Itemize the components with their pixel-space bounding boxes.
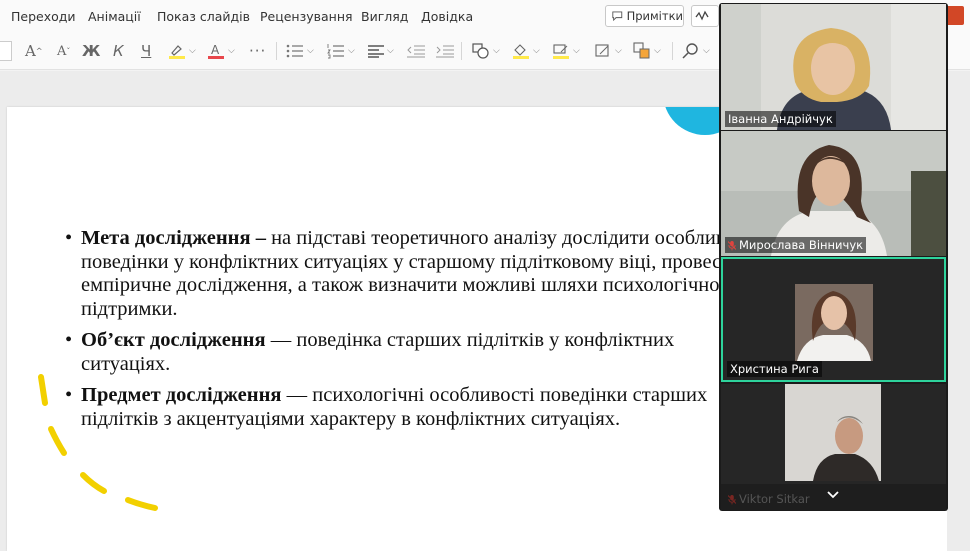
mic-muted-icon	[728, 240, 736, 250]
search-icon	[682, 43, 698, 59]
participant-name-tag: Іванна Андрійчук	[725, 111, 836, 127]
slide[interactable]: • Мета дослідження – на підставі теорети…	[7, 107, 747, 551]
shape-effects-button[interactable]: ⌵	[594, 41, 622, 61]
comment-icon	[612, 11, 623, 22]
svg-text:A: A	[211, 43, 220, 57]
decrease-indent-button[interactable]	[407, 41, 425, 61]
grow-font-button[interactable]: A ^	[25, 41, 43, 61]
decorative-dashed-curve	[38, 374, 158, 511]
more-font-button[interactable]: ···	[249, 41, 266, 61]
pen-outline-icon	[553, 44, 569, 59]
numbered-list-icon	[327, 44, 344, 59]
tab-review[interactable]: Рецензування	[260, 9, 353, 24]
arrange-icon	[633, 42, 650, 59]
participant-name: Христина Рига	[730, 362, 819, 376]
shapes-button[interactable]: ⌵	[472, 41, 500, 61]
slide-edge	[747, 511, 947, 551]
bullets-button[interactable]: ⌵	[286, 41, 314, 61]
notes-label: Примітки	[626, 9, 683, 23]
expand-chevron-down-icon[interactable]	[827, 491, 839, 499]
font-color-button[interactable]: A ⌵	[207, 41, 235, 61]
indent-icon	[436, 45, 454, 58]
grow-font-icon: A	[25, 42, 36, 60]
tab-slideshow[interactable]: Показ слайдів	[157, 9, 250, 24]
align-left-icon	[368, 45, 384, 58]
tab-transitions[interactable]: Переходи	[11, 9, 76, 24]
shrink-font-button[interactable]: Aˇ	[57, 41, 70, 61]
tab-animations[interactable]: Анімації	[88, 9, 141, 24]
highlighter-icon	[169, 45, 185, 59]
participant-name: Viktor Sitkar	[739, 492, 810, 506]
presenter-coach-button[interactable]	[691, 5, 719, 27]
font-size-box[interactable]	[0, 41, 12, 61]
underline-button[interactable]: Ч	[141, 41, 151, 61]
arrange-button[interactable]: ⌵	[633, 41, 661, 61]
font-color-icon: A	[208, 43, 224, 59]
outdent-icon	[407, 45, 425, 58]
shapes-icon	[472, 43, 489, 59]
shape-effects-icon	[595, 44, 609, 57]
bullet-list-icon	[286, 44, 303, 58]
participant-tile[interactable]: Іванна Андрійчук	[721, 4, 946, 130]
align-button[interactable]: ⌵	[368, 41, 394, 61]
share-button[interactable]	[946, 6, 964, 25]
toolbar-divider	[276, 42, 277, 60]
toolbar-divider	[461, 42, 462, 60]
shrink-font-icon: A	[57, 43, 67, 59]
wave-icon	[695, 10, 709, 21]
tab-view[interactable]: Вигляд	[361, 9, 408, 24]
toolbar-divider	[672, 42, 673, 60]
shape-outline-button[interactable]: ⌵	[552, 41, 580, 61]
shape-fill-button[interactable]: ⌵	[512, 41, 540, 61]
find-button[interactable]: ⌵	[682, 41, 710, 61]
increase-indent-button[interactable]	[436, 41, 454, 61]
notes-button[interactable]: Примітки	[605, 5, 684, 27]
italic-button[interactable]: К	[113, 41, 124, 61]
bold-button[interactable]: Ж	[82, 41, 100, 61]
participant-name-tag: Мирослава Вінничук	[725, 237, 867, 253]
highlight-button[interactable]: ⌵	[168, 41, 196, 61]
tab-help[interactable]: Довідка	[421, 9, 473, 24]
participant-name-tag: Viktor Sitkar	[725, 491, 813, 507]
numbering-button[interactable]: ⌵	[327, 41, 355, 61]
participant-tile[interactable]: Мирослава Вінничук	[721, 131, 946, 256]
paint-bucket-icon	[513, 44, 529, 59]
participant-name: Іванна Андрійчук	[728, 112, 833, 126]
participant-name: Мирослава Вінничук	[739, 238, 864, 252]
mic-muted-icon	[728, 494, 736, 504]
participant-name-tag: Христина Рига	[727, 361, 822, 377]
video-call-panel[interactable]: Іванна Андрійчук Мирослава Вінничук Хрис…	[719, 3, 948, 511]
participant-tile-active-speaker[interactable]: Христина Рига	[721, 257, 946, 382]
